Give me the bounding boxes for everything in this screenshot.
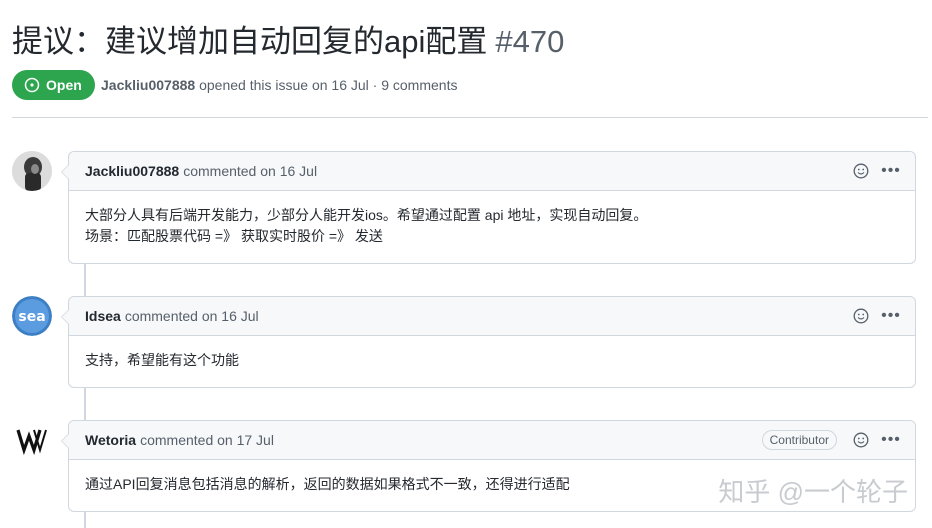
comment-header: Idsea commented on 16 Jul ••• [69, 297, 915, 336]
contributor-badge: Contributor [761, 430, 837, 450]
issue-author-link[interactable]: Jackliu007888 [101, 77, 195, 93]
timeline-line [84, 512, 86, 528]
issue-meta-text: opened this issue on 16 Jul · 9 comments [199, 77, 458, 93]
comment-author[interactable]: Idsea [85, 308, 121, 324]
avatar[interactable] [12, 420, 52, 460]
comment-header: Jackliu007888 commented on 16 Jul ••• [69, 152, 915, 191]
issue-open-icon [24, 77, 40, 93]
timeline-line [84, 388, 86, 420]
header-divider [12, 117, 928, 118]
comment-author[interactable]: Jackliu007888 [85, 163, 179, 179]
comment-arrow [61, 433, 69, 449]
comment-timestamp[interactable]: commented on 16 Jul [125, 308, 259, 324]
comment-card: Jackliu007888 commented on 16 Jul ••• 大部… [61, 151, 916, 264]
comment-line: 场景：匹配股票代码 =》 获取实时股价 =》 发送 [85, 228, 383, 244]
comment-author[interactable]: Wetoria [85, 432, 136, 448]
svg-text:sea: sea [18, 309, 45, 325]
comment-actions: ••• [851, 297, 901, 335]
kebab-menu-icon[interactable]: ••• [881, 430, 901, 450]
sea-logo-avatar-icon: sea [12, 296, 52, 336]
comment-line: 大部分人具有后端开发能力，少部分人能开发ios。希望通过配置 api 地址，实现… [85, 207, 648, 223]
kebab-menu-icon[interactable]: ••• [881, 161, 901, 181]
comment-actions: ••• [851, 152, 901, 190]
comment-body: 支持，希望能有这个功能 [69, 336, 915, 385]
comment-arrow [61, 164, 69, 180]
issue-state-badge: Open [12, 70, 95, 100]
avatar[interactable] [12, 151, 52, 191]
comment-timestamp[interactable]: commented on 16 Jul [183, 163, 317, 179]
kebab-menu-icon[interactable]: ••• [881, 306, 901, 326]
w-logo-avatar-icon [16, 429, 47, 456]
smiley-reaction-icon[interactable] [851, 430, 871, 450]
watermark: 知乎 @一个轮子 [718, 477, 908, 507]
comment-body: 大部分人具有后端开发能力，少部分人能开发ios。希望通过配置 api 地址，实现… [69, 191, 915, 261]
comment-actions: Contributor ••• [761, 421, 901, 459]
smiley-reaction-icon[interactable] [851, 306, 871, 326]
comment-card: Idsea commented on 16 Jul ••• 支持，希望能有这个功… [61, 296, 916, 388]
issue-title: 提议：建议增加自动回复的api配置 #470 [12, 20, 564, 64]
timeline-line [84, 264, 86, 296]
comment-header: Wetoria commented on 17 Jul Contributor … [69, 421, 915, 460]
issue-meta: Jackliu007888 opened this issue on 16 Ju… [101, 77, 457, 93]
issue-title-text: 提议：建议增加自动回复的api配置 [12, 24, 488, 59]
smiley-reaction-icon[interactable] [851, 161, 871, 181]
comment-timestamp[interactable]: commented on 17 Jul [140, 432, 274, 448]
issue-number: #470 [495, 24, 565, 59]
comment-line: 支持，希望能有这个功能 [85, 352, 239, 368]
avatar[interactable]: sea [12, 296, 52, 336]
issue-state-label: Open [46, 77, 82, 93]
avatar-photo-icon [12, 151, 52, 191]
comment-arrow [61, 309, 69, 325]
